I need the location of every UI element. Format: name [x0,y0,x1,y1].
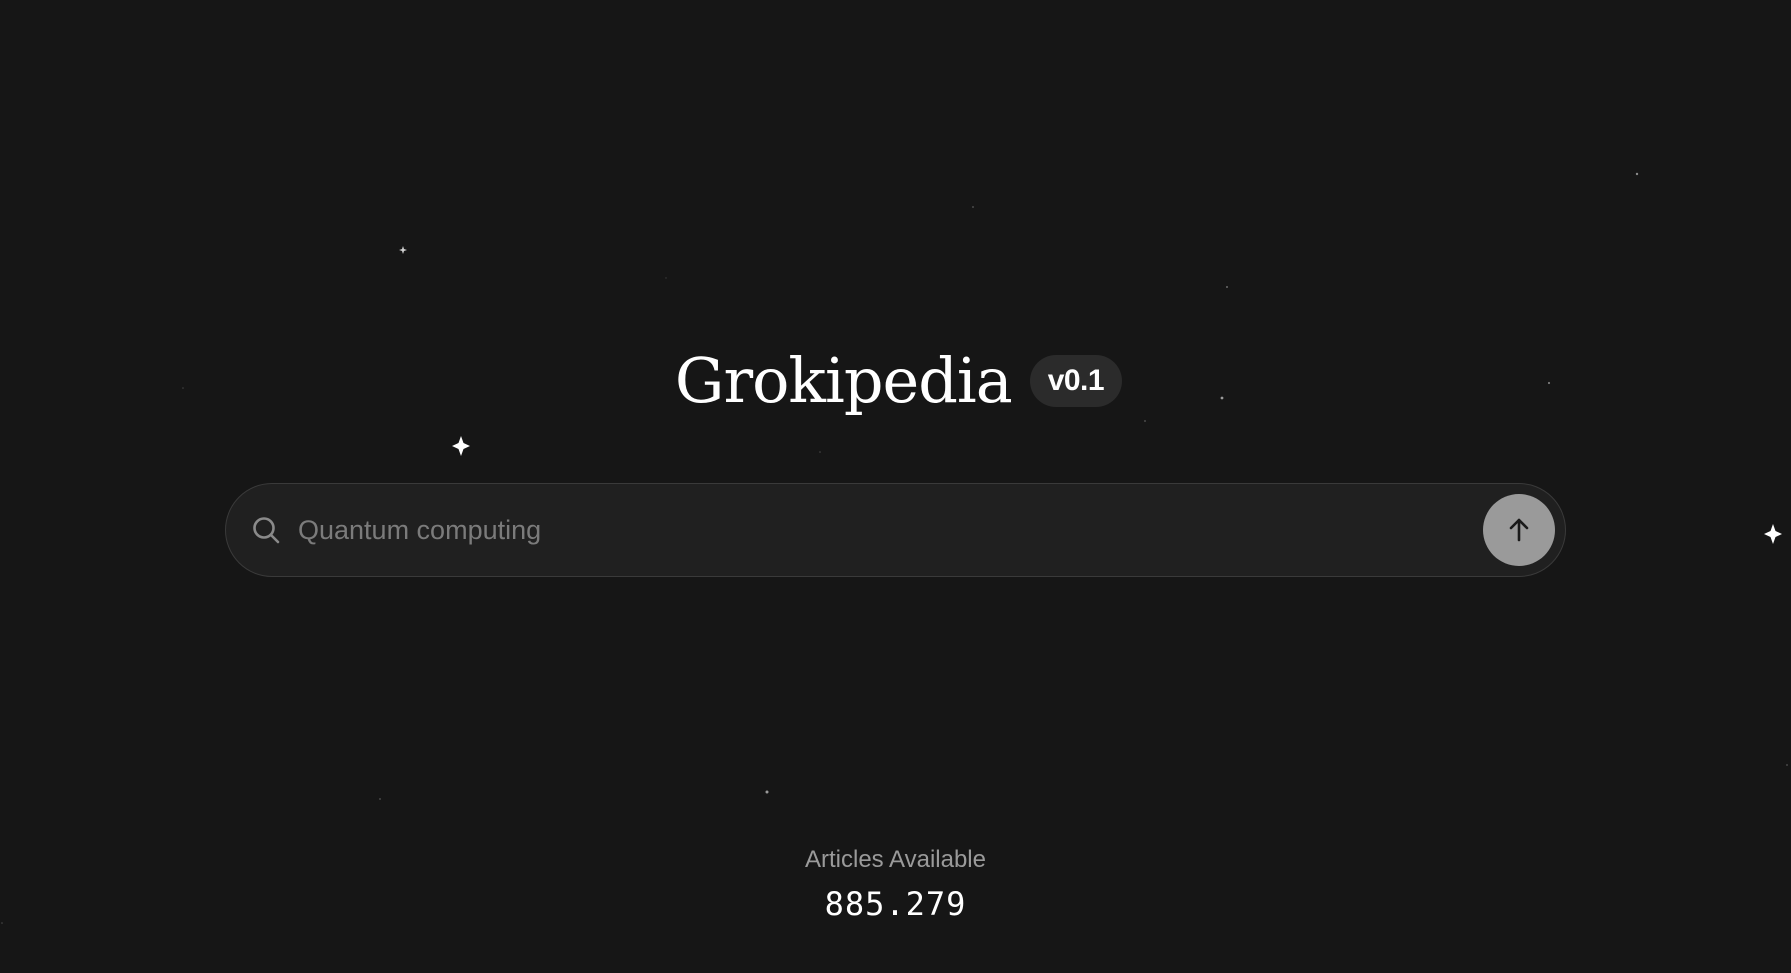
sparkle-star-icon [399,246,407,254]
star-dot [665,277,667,279]
articles-stats: Articles Available 885.279 [0,845,1791,923]
search-input[interactable] [296,499,1483,561]
star-dot [819,451,821,453]
search-bar[interactable] [225,483,1566,577]
submit-search-button[interactable] [1483,494,1555,566]
star-dot [1635,172,1639,176]
page-title: Grokipedia [674,344,1013,417]
star-dot [1226,286,1228,288]
star-dot [1144,420,1146,422]
grokipedia-home: Grokipedia v0.1 Articles Available 885.2… [0,0,1791,973]
star-dot [972,206,974,208]
articles-available-label: Articles Available [805,846,986,873]
search-icon [250,514,282,546]
sparkle-star-icon [1764,524,1782,544]
version-badge: v0.1 [1029,355,1123,407]
sparkle-star-icon [452,436,470,456]
star-dot [379,798,381,800]
star-dot [1786,764,1788,766]
articles-count: 885.279 [824,885,967,923]
star-dot [765,790,769,794]
arrow-up-icon [1509,518,1529,542]
title-row: Grokipedia v0.1 [0,345,1791,417]
